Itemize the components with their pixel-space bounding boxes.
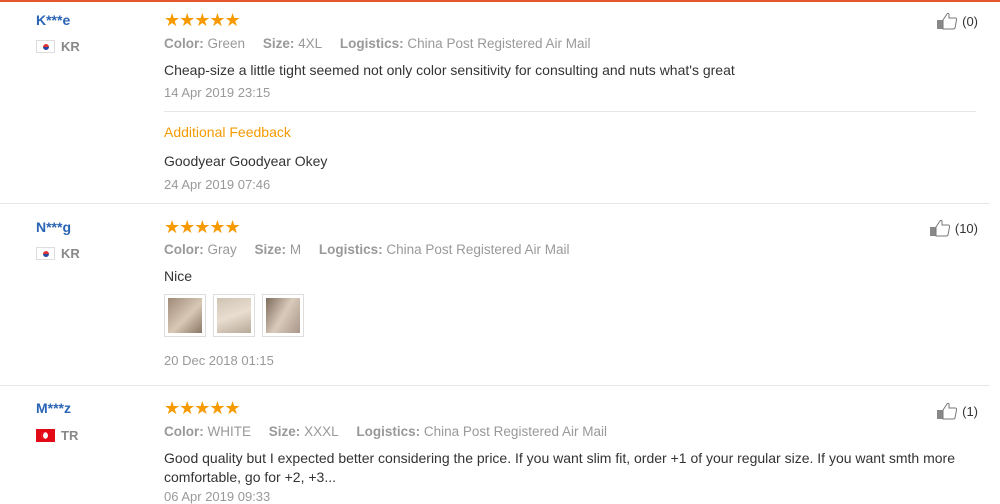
review-text: Nice — [164, 268, 193, 284]
country-code: KR — [61, 246, 80, 261]
size-value: M — [289, 242, 302, 257]
country-code: TR — [61, 428, 79, 443]
color-value: WHITE — [207, 424, 252, 439]
reviewer-name[interactable]: M***z — [36, 400, 71, 416]
logistics-label: Logistics: — [318, 242, 383, 257]
size-value: 4XL — [298, 36, 323, 51]
review-photo-thumbnail[interactable] — [164, 294, 206, 337]
additional-feedback-date: 24 Apr 2019 07:46 — [164, 177, 271, 192]
review-date: 14 Apr 2019 23:15 — [164, 85, 271, 100]
review-meta: Color: WHITE Size: XXXL Logistics: China… — [164, 424, 607, 439]
turkey-flag-icon — [36, 429, 55, 442]
review-meta: Color: Gray Size: M Logistics: China Pos… — [164, 242, 569, 257]
review-text: Good quality but I expected better consi… — [164, 450, 955, 485]
thumbs-up-icon — [929, 219, 950, 237]
color-label: Color: — [164, 242, 204, 257]
color-label: Color: — [164, 36, 204, 51]
like-count: (0) — [962, 13, 978, 29]
color-value: Green — [207, 36, 246, 51]
logistics-label: Logistics: — [339, 36, 404, 51]
color-label: Color: — [164, 424, 204, 439]
additional-feedback-text: Goodyear Goodyear Okey — [164, 153, 328, 169]
top-border — [0, 0, 1000, 2]
rating-stars: ★★★★★ — [164, 398, 241, 418]
size-label: Size: — [254, 242, 287, 257]
reviewer-name[interactable]: K***e — [36, 12, 70, 28]
reviewer-country: KR — [36, 246, 80, 261]
like-count: (1) — [962, 403, 978, 419]
korea-flag-icon — [36, 40, 55, 53]
additional-feedback-label: Additional Feedback — [164, 124, 291, 140]
rating-stars: ★★★★★ — [164, 217, 241, 237]
thumbs-up-icon — [937, 402, 958, 420]
review-separator — [0, 385, 990, 386]
reviewer-name[interactable]: N***g — [36, 219, 71, 235]
review-photo-thumbnail[interactable] — [262, 294, 304, 337]
size-value: XXXL — [304, 424, 339, 439]
review-text: Cheap-size a little tight seemed not onl… — [164, 62, 735, 78]
logistics-value: China Post Registered Air Mail — [386, 242, 570, 257]
review-photo-thumbnail[interactable] — [213, 294, 255, 337]
korea-flag-icon — [36, 247, 55, 260]
country-code: KR — [61, 39, 80, 54]
review-date: 06 Apr 2019 09:33 — [164, 489, 271, 504]
divider — [164, 111, 976, 112]
logistics-value: China Post Registered Air Mail — [423, 424, 607, 439]
review-photos — [164, 294, 304, 337]
like-button[interactable]: (1) — [936, 402, 978, 420]
logistics-label: Logistics: — [356, 424, 421, 439]
size-label: Size: — [262, 36, 295, 51]
review-date: 20 Dec 2018 01:15 — [164, 353, 274, 368]
logistics-value: China Post Registered Air Mail — [407, 36, 591, 51]
reviewer-country: KR — [36, 39, 80, 54]
reviewer-country: TR — [36, 428, 78, 443]
like-button[interactable]: (0) — [936, 12, 978, 30]
review-meta: Color: Green Size: 4XL Logistics: China … — [164, 36, 591, 51]
thumbs-up-icon — [937, 12, 958, 30]
like-count: (10) — [954, 220, 978, 236]
color-value: Gray — [207, 242, 237, 257]
rating-stars: ★★★★★ — [164, 10, 241, 30]
review-separator — [0, 203, 990, 204]
size-label: Size: — [268, 424, 301, 439]
like-button[interactable]: (10) — [929, 219, 978, 237]
